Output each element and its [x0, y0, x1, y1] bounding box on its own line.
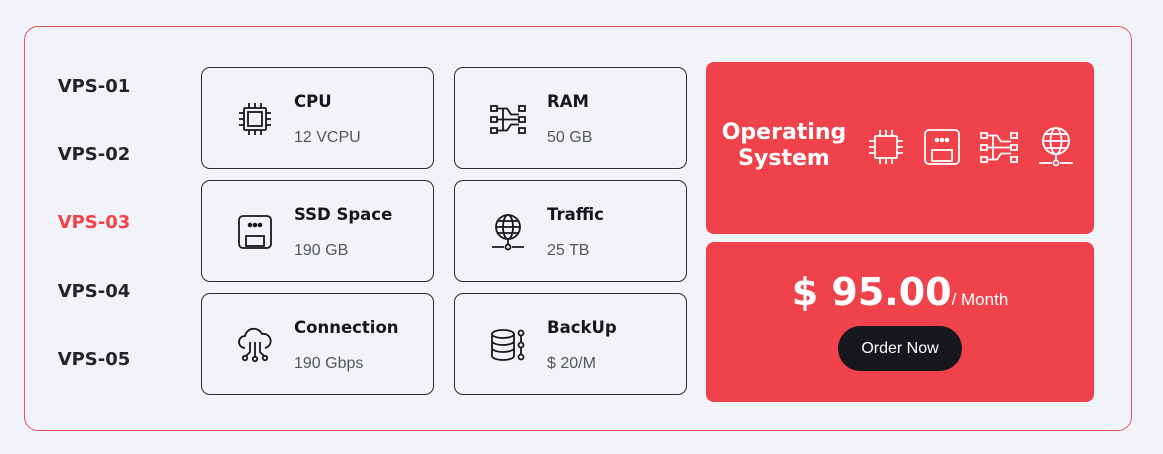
spec-card-connection: Connection 190 Gbps — [201, 293, 434, 395]
globe-network-icon — [489, 213, 527, 251]
spec-card-ssd: SSD Space 190 GB — [201, 180, 434, 282]
database-backup-icon — [489, 326, 527, 364]
plan-tab-vps-05[interactable]: VPS-05 — [48, 349, 140, 370]
ram-memory-icon — [979, 126, 1019, 168]
spec-card-backup: BackUp $ 20/M — [454, 293, 687, 395]
spec-title-ram: RAM — [547, 92, 589, 111]
plan-tab-vps-04[interactable]: VPS-04 — [48, 281, 140, 302]
globe-network-icon — [1036, 126, 1076, 168]
price-panel: $ 95.00/ Month Order Now — [706, 242, 1094, 402]
os-title-line-1: Operating — [721, 120, 847, 145]
cpu-chip-icon — [866, 126, 906, 168]
spec-title-traffic: Traffic — [547, 205, 604, 224]
cpu-chip-icon — [236, 100, 274, 138]
ram-memory-icon — [489, 100, 527, 138]
spec-value-traffic: 25 TB — [547, 242, 590, 259]
plan-tab-vps-03[interactable]: VPS-03 — [48, 212, 140, 233]
spec-value-backup: $ 20/M — [547, 355, 596, 372]
spec-title-backup: BackUp — [547, 318, 617, 337]
spec-value-connection: 190 Gbps — [294, 355, 364, 372]
spec-value-ssd: 190 GB — [294, 242, 349, 259]
price-amount: $ 95.00 — [791, 270, 952, 314]
plan-tab-vps-02[interactable]: VPS-02 — [48, 144, 140, 165]
order-now-button[interactable]: Order Now — [838, 326, 962, 371]
spec-card-cpu: CPU 12 VCPU — [201, 67, 434, 169]
spec-title-ssd: SSD Space — [294, 205, 393, 224]
spec-value-ram: 50 GB — [547, 129, 593, 146]
spec-card-ram: RAM 50 GB — [454, 67, 687, 169]
ssd-drive-icon — [922, 126, 962, 168]
os-title-line-2: System — [738, 146, 830, 171]
spec-title-connection: Connection — [294, 318, 399, 337]
cloud-network-icon — [236, 326, 274, 364]
ssd-drive-icon — [236, 213, 274, 251]
plan-tab-vps-01[interactable]: VPS-01 — [48, 76, 140, 97]
price-row: $ 95.00/ Month — [706, 270, 1094, 314]
spec-card-traffic: Traffic 25 TB — [454, 180, 687, 282]
operating-system-panel: Operating System — [706, 62, 1094, 234]
os-title: Operating System — [714, 120, 854, 172]
spec-title-cpu: CPU — [294, 92, 332, 111]
price-period: / Month — [951, 290, 1009, 309]
spec-value-cpu: 12 VCPU — [294, 129, 361, 146]
plan-list: VPS-01 VPS-02 VPS-03 VPS-04 VPS-05 — [0, 0, 200, 454]
